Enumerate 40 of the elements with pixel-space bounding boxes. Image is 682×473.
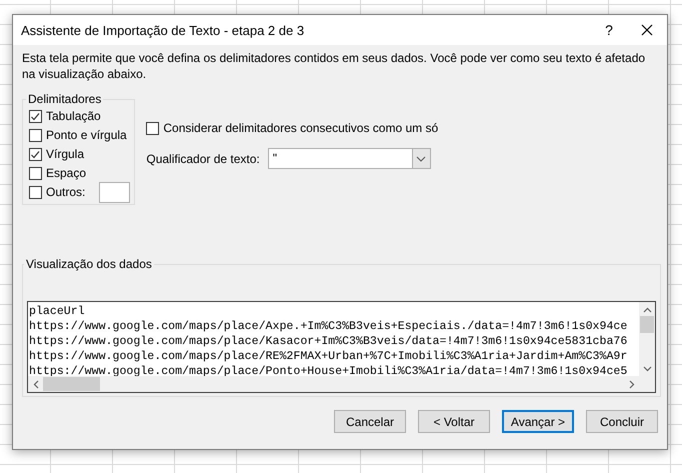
wizard-button[interactable]: Concluir bbox=[586, 410, 658, 433]
checkbox[interactable] bbox=[29, 186, 42, 198]
qualifier-dropdown[interactable]: " bbox=[268, 148, 431, 169]
wizard-button[interactable]: Avançar > bbox=[502, 410, 574, 433]
help-button[interactable]: ? bbox=[597, 22, 621, 38]
preview-line: https://www.google.com/maps/place/RE%2FMAX+Urban+%7C+Imobili%C3%A1ria+Jardim+Am%C3%A9r bbox=[29, 349, 628, 364]
chevron-up-icon bbox=[642, 307, 652, 313]
wizard-button[interactable]: < Voltar bbox=[418, 410, 490, 433]
check-icon bbox=[30, 112, 41, 120]
window-title: Assistente de Importação de Texto - etapa 2 de 3 bbox=[21, 22, 306, 38]
description-text: Esta tela permite que você defina os delimitadores contidos em seus dados. Você pode ver como seu texto é afetado na visualização abaixo. bbox=[22, 50, 646, 82]
checkbox-label: Tabulação bbox=[46, 109, 101, 123]
preview-line: https://www.google.com/maps/place/Kasacor+Im%C3%B3veis/data=!4m7!3m6!1s0x94ce5831cba76 bbox=[29, 334, 628, 349]
horizontal-scrollbar[interactable] bbox=[28, 376, 639, 392]
checkbox[interactable] bbox=[29, 128, 42, 142]
group-title: Delimitadores bbox=[27, 92, 102, 106]
chevron-right-icon bbox=[629, 380, 635, 388]
close-icon[interactable] bbox=[641, 24, 653, 36]
preview-line: https://www.google.com/maps/place/Axpe.+Im%C3%B3veis+Especiais./data=!4m7!3m6!1s0x94ce bbox=[29, 319, 628, 334]
wizard-button[interactable]: Cancelar bbox=[334, 410, 406, 433]
group-title: Visualização dos dados bbox=[25, 257, 153, 271]
checkbox-label: Considerar delimitadores consecutivos como um só bbox=[163, 121, 438, 135]
checkbox[interactable] bbox=[146, 122, 160, 134]
checkbox[interactable] bbox=[29, 166, 42, 180]
check-icon bbox=[30, 150, 41, 158]
scrollbar-thumb[interactable] bbox=[640, 316, 654, 333]
scrollbar-thumb[interactable] bbox=[43, 377, 100, 391]
checkbox-label: Ponto e vírgula bbox=[46, 128, 127, 142]
checkbox[interactable] bbox=[29, 148, 42, 160]
chevron-left-icon bbox=[33, 380, 39, 388]
checkbox-label: Outros: bbox=[46, 185, 86, 199]
chevron-down-icon bbox=[416, 156, 426, 162]
checkbox[interactable] bbox=[29, 110, 42, 122]
vertical-scrollbar[interactable] bbox=[639, 302, 655, 376]
checkbox-label: Espaço bbox=[46, 166, 86, 180]
input-field[interactable] bbox=[99, 182, 130, 202]
checkbox-label: Vírgula bbox=[46, 147, 84, 161]
chevron-down-icon bbox=[642, 366, 652, 372]
preview-line: placeUrl bbox=[29, 304, 85, 319]
field-label: Qualificador de texto: bbox=[146, 152, 260, 166]
